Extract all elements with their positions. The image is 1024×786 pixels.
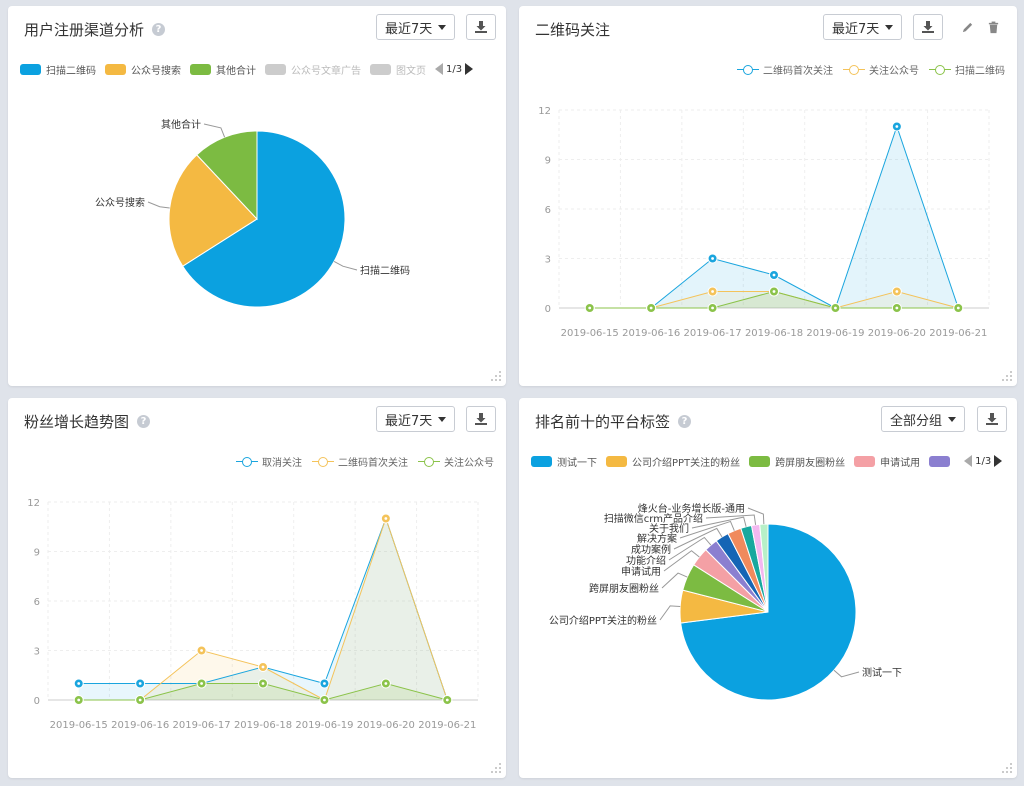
y-tick-label: 12 bbox=[538, 106, 551, 117]
data-point-center bbox=[895, 290, 899, 293]
x-tick-label: 2019-06-16 bbox=[622, 328, 680, 339]
pie-label-line bbox=[747, 507, 765, 525]
x-tick-label: 2019-06-20 bbox=[868, 328, 926, 339]
x-tick-label: 2019-06-15 bbox=[561, 328, 619, 339]
fans-line-chart: 0369122019-06-15 2019-06-16 2019-06-17 2019… bbox=[27, 498, 479, 731]
pie-label: 扫描二维码 bbox=[360, 264, 410, 277]
series-area bbox=[589, 126, 959, 308]
x-tick-label: 2019-06-18 bbox=[234, 720, 292, 731]
data-point-center bbox=[895, 125, 899, 128]
data-point-center bbox=[323, 698, 326, 702]
x-tick-label: 2019-06-21 bbox=[929, 328, 987, 339]
y-tick-label: 6 bbox=[34, 597, 40, 608]
pie-label-line bbox=[203, 123, 226, 138]
x-tick-label: 2019-06-18 bbox=[745, 328, 803, 339]
data-point-center bbox=[77, 682, 81, 685]
pie-label: 烽火台-业务增长版-通用 bbox=[638, 502, 745, 515]
registration-pie-chart: 扫描二维码 公众号搜索 其他合计 bbox=[95, 118, 410, 308]
platform-tags-panel: 排名前十的平台标签 ? 全部分组 测试一下 公司介绍PPT关注的粉丝 跨屏朋友圈粉丝… bbox=[519, 398, 1017, 778]
data-point-center bbox=[772, 273, 776, 277]
data-point-center bbox=[200, 649, 203, 652]
qrcode-line-chart: 0369122019-06-15 2019-06-16 2019-06-17 2019… bbox=[538, 106, 990, 339]
data-point-center bbox=[956, 306, 960, 310]
pie-label-line bbox=[147, 201, 170, 209]
pie-label-line bbox=[833, 669, 860, 678]
x-tick-label: 2019-06-20 bbox=[357, 720, 415, 731]
data-point-center bbox=[323, 682, 326, 685]
data-point-center bbox=[138, 682, 142, 685]
data-point-center bbox=[200, 682, 203, 685]
x-tick-label: 2019-06-16 bbox=[111, 720, 169, 731]
data-point-center bbox=[138, 698, 142, 702]
data-point-center bbox=[384, 682, 388, 685]
y-tick-label: 3 bbox=[545, 255, 551, 266]
data-point-center bbox=[445, 698, 449, 702]
y-tick-label: 9 bbox=[34, 548, 40, 559]
x-tick-label: 2019-06-19 bbox=[295, 720, 353, 731]
fans-trend-panel: 粉丝增长趋势图 ? 最近7天 取消关注 二维码首次关注 关注公众号 0 3 6 9 12 20… bbox=[8, 398, 506, 778]
x-tick-label: 2019-06-17 bbox=[684, 328, 742, 339]
data-point-center bbox=[77, 698, 81, 702]
x-tick-label: 2019-06-17 bbox=[173, 720, 231, 731]
pie-label-line bbox=[661, 572, 688, 589]
x-tick-label: 2019-06-15 bbox=[50, 720, 108, 731]
data-point-center bbox=[588, 306, 592, 310]
registration-channel-panel: 用户注册渠道分析 ? 最近7天 扫描二维码 公众号搜索 其他合计 公众号文章广告 图文页… bbox=[8, 6, 506, 386]
tags-pie-chart: 测试一下公司介绍PPT关注的粉丝跨屏朋友圈粉丝申请试用功能介绍成功案例解决方案关… bbox=[549, 502, 902, 701]
data-point-center bbox=[895, 306, 899, 310]
data-point-center bbox=[261, 682, 265, 685]
data-point-center bbox=[261, 665, 265, 669]
y-tick-label: 0 bbox=[545, 304, 551, 315]
pie-label: 公司介绍PPT关注的粉丝 bbox=[549, 614, 657, 627]
y-tick-label: 9 bbox=[545, 156, 551, 167]
resize-grip-icon[interactable] bbox=[488, 368, 502, 382]
resize-grip-icon[interactable] bbox=[488, 760, 502, 774]
x-tick-label: 2019-06-19 bbox=[806, 328, 864, 339]
data-point-center bbox=[711, 290, 714, 293]
data-point-center bbox=[384, 517, 388, 520]
pie-label: 其他合计 bbox=[161, 118, 201, 131]
pie-label: 测试一下 bbox=[862, 666, 902, 679]
pie-label: 跨屏朋友圈粉丝 bbox=[589, 582, 659, 595]
x-tick-label: 2019-06-21 bbox=[418, 720, 476, 731]
data-point-center bbox=[649, 306, 653, 310]
y-tick-label: 3 bbox=[34, 647, 40, 658]
pie-label-line bbox=[659, 605, 681, 621]
y-tick-label: 0 bbox=[34, 696, 40, 707]
pie-label: 公众号搜索 bbox=[95, 196, 145, 209]
data-point-center bbox=[772, 290, 776, 293]
data-point-center bbox=[711, 257, 714, 260]
y-tick-label: 6 bbox=[545, 205, 551, 216]
pie-label-line bbox=[333, 260, 358, 271]
qrcode-follow-panel: 二维码关注 最近7天 二维码首次关注 关注公众号 扫描二维码 0 3 6 9 12 2019-… bbox=[519, 6, 1017, 386]
data-point-center bbox=[711, 306, 714, 310]
resize-grip-icon[interactable] bbox=[999, 368, 1013, 382]
resize-grip-icon[interactable] bbox=[999, 760, 1013, 774]
y-tick-label: 12 bbox=[27, 498, 40, 509]
data-point-center bbox=[834, 306, 837, 310]
series-area bbox=[78, 518, 448, 700]
